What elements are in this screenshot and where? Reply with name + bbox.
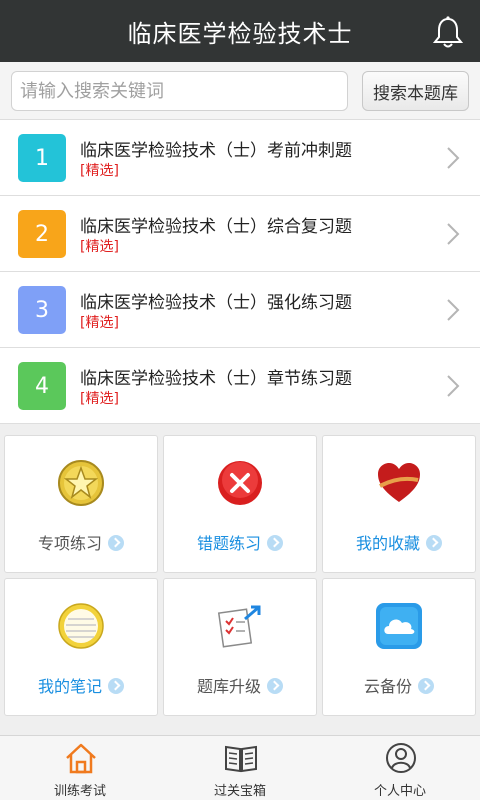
chevron-right-icon — [447, 223, 460, 245]
upgrade-document-icon — [217, 605, 261, 648]
tile-label: 我的收藏 — [323, 530, 475, 554]
tile-label: 专项练习 — [5, 530, 157, 554]
star-medal-icon — [58, 460, 104, 506]
list-item[interactable]: 2 临床医学检验技术（士）综合复习题 [精选] — [0, 196, 480, 272]
tile-label: 我的笔记 — [5, 673, 157, 697]
list-item-title: 临床医学检验技术（士）强化练习题 — [80, 293, 352, 313]
tab-label: 训练考试 — [53, 784, 106, 799]
chevron-right-icon — [447, 375, 460, 397]
tile-label: 错题练习 — [164, 530, 316, 554]
list-item-title: 临床医学检验技术（士）综合复习题 — [80, 217, 352, 237]
tile-label: 云备份 — [323, 673, 475, 697]
arrow-circle-icon — [426, 535, 442, 551]
heart-icon — [378, 463, 420, 502]
arrow-circle-icon — [108, 535, 124, 551]
chevron-right-icon — [447, 299, 460, 321]
search-input[interactable] — [11, 71, 348, 111]
app-header: 临床医学检验技术士 — [0, 0, 480, 62]
tab-label: 过关宝箱 — [213, 784, 266, 799]
page-title: 临床医学检验技术士 — [127, 19, 353, 48]
number-badge: 2 — [18, 210, 66, 258]
search-bar: 搜索本题库 — [0, 62, 480, 120]
list-item-tag: [精选] — [80, 163, 119, 179]
list-item[interactable]: 4 临床医学检验技术（士）章节练习题 [精选] — [0, 348, 480, 424]
list-item-title: 临床医学检验技术（士）考前冲刺题 — [80, 141, 352, 161]
list-item-tag: [精选] — [80, 391, 119, 407]
list-item[interactable]: 1 临床医学检验技术（士）考前冲刺题 [精选] — [0, 120, 480, 196]
list-item[interactable]: 3 临床医学检验技术（士）强化练习题 [精选] — [0, 272, 480, 348]
tile-upgrade[interactable]: 题库升级 — [163, 578, 317, 716]
list-item-title: 临床医学检验技术（士）章节练习题 — [80, 369, 352, 389]
arrow-circle-icon — [108, 678, 124, 694]
tile-special-practice[interactable]: 专项练习 — [4, 435, 158, 573]
number-badge: 1 — [18, 134, 66, 182]
tile-label: 题库升级 — [164, 673, 316, 697]
book-icon — [225, 745, 257, 773]
bell-icon[interactable] — [432, 15, 464, 49]
chevron-right-icon — [447, 147, 460, 169]
home-icon — [66, 743, 96, 774]
tile-wrong-practice[interactable]: 错题练习 — [163, 435, 317, 573]
tile-cloud-backup[interactable]: 云备份 — [322, 578, 476, 716]
notepad-icon — [58, 603, 104, 649]
question-bank-list: 1 临床医学检验技术（士）考前冲刺题 [精选] 2 临床医学检验技术（士）综合复… — [0, 120, 480, 424]
list-item-tag: [精选] — [80, 239, 119, 255]
list-item-tag: [精选] — [80, 315, 119, 331]
tile-favorites[interactable]: 我的收藏 — [322, 435, 476, 573]
tab-training-exam[interactable]: 训练考试 — [0, 736, 160, 800]
tile-notes[interactable]: 我的笔记 — [4, 578, 158, 716]
number-badge: 3 — [18, 286, 66, 334]
tab-profile[interactable]: 个人中心 — [320, 736, 480, 800]
search-button[interactable]: 搜索本题库 — [362, 71, 469, 111]
cloud-icon — [376, 603, 422, 649]
tab-treasure-box[interactable]: 过关宝箱 — [160, 736, 320, 800]
arrow-circle-icon — [267, 678, 283, 694]
number-badge: 4 — [18, 362, 66, 410]
arrow-circle-icon — [267, 535, 283, 551]
tab-label: 个人中心 — [373, 784, 426, 799]
bottom-tab-bar: 训练考试 过关宝箱 个人中心 — [0, 735, 480, 800]
arrow-circle-icon — [418, 678, 434, 694]
user-icon — [386, 743, 416, 773]
red-x-icon — [218, 461, 262, 505]
